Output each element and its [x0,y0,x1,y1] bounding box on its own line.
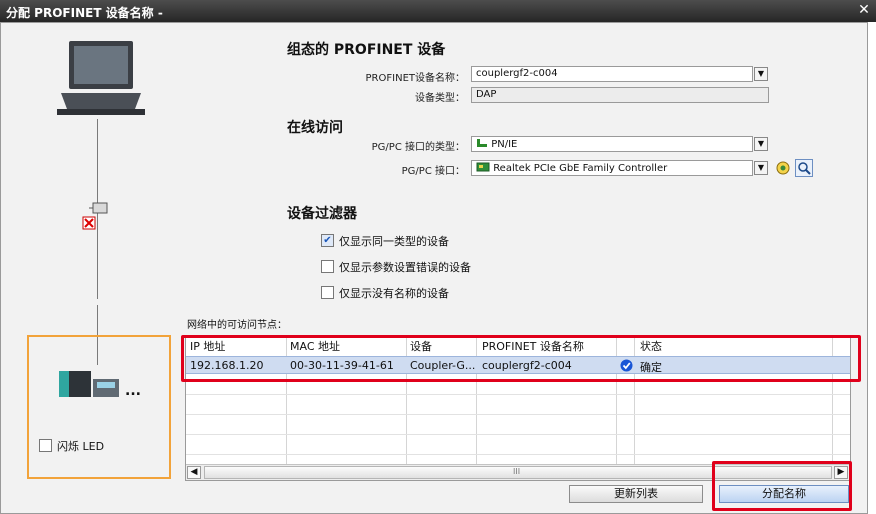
device-name-field[interactable]: couplergf2-c004 [471,66,753,82]
window-title: 分配 PROFINET 设备名称 - [6,6,163,20]
filter-same-type-label: 仅显示同一类型的设备 [339,235,449,248]
close-icon[interactable]: ✕ [856,2,872,18]
interface-value: Realtek PCIe GbE Family Controller [493,163,668,174]
filter-no-name-label: 仅显示没有名称的设备 [339,287,449,300]
row-divider [186,414,850,415]
diagnostics-icon[interactable] [775,160,791,176]
disconnected-link-icon [82,202,108,230]
interface-type-dropdown-icon[interactable]: ▼ [754,137,768,151]
device-type-label: 设备类型： [415,93,465,104]
interface-field[interactable]: Realtek PCIe GbE Family Controller [471,160,753,176]
device-type-field: DAP [471,87,769,103]
row-divider [186,394,850,395]
configured-device-title: 组态的 PROFINET 设备 [287,42,446,58]
device-name-label: PROFINET设备名称： [365,73,465,84]
interface-label: PG/PC 接口： [401,166,465,177]
accessible-nodes-label: 网络中的可访问节点： [187,320,287,331]
flash-led-label: 闪烁 LED [57,440,105,453]
scroll-grip: III [513,467,521,476]
device-name-dropdown-icon[interactable]: ▼ [754,67,768,81]
search-icon[interactable] [795,159,813,177]
interface-dropdown-icon[interactable]: ▼ [754,161,768,175]
window-titlebar: 分配 PROFINET 设备名称 - ✕ [0,0,876,22]
programming-device-icon [57,41,145,115]
interface-type-value: PN/IE [491,139,518,150]
pn-ie-icon [477,139,487,147]
interface-type-field[interactable]: PN/IE [471,136,753,152]
interface-type-label: PG/PC 接口的类型： [371,142,465,153]
row-highlight-box [181,335,861,382]
assign-button-highlight-box [712,461,852,511]
assign-name-dialog: ... 闪烁 LED 组态的 PROFINET 设备 PROFINET设备名称：… [0,22,868,514]
device-filter-title: 设备过滤器 [287,206,357,222]
row-divider [186,454,850,455]
row-divider [186,434,850,435]
device-ellipsis: ... [125,383,141,399]
filter-wrong-params-checkbox[interactable] [321,260,334,273]
flash-led-checkbox[interactable] [39,439,52,452]
filter-wrong-params-label: 仅显示参数设置错误的设备 [339,261,471,274]
online-access-title: 在线访问 [287,120,343,136]
selected-device-panel [27,335,171,479]
refresh-list-button[interactable]: 更新列表 [569,485,703,503]
filter-same-type-checkbox[interactable]: ✔ [321,234,334,247]
filter-no-name-checkbox[interactable] [321,286,334,299]
io-device-icon [59,371,119,397]
scroll-left-icon[interactable]: ◀ [187,466,201,479]
network-card-icon [476,162,490,172]
